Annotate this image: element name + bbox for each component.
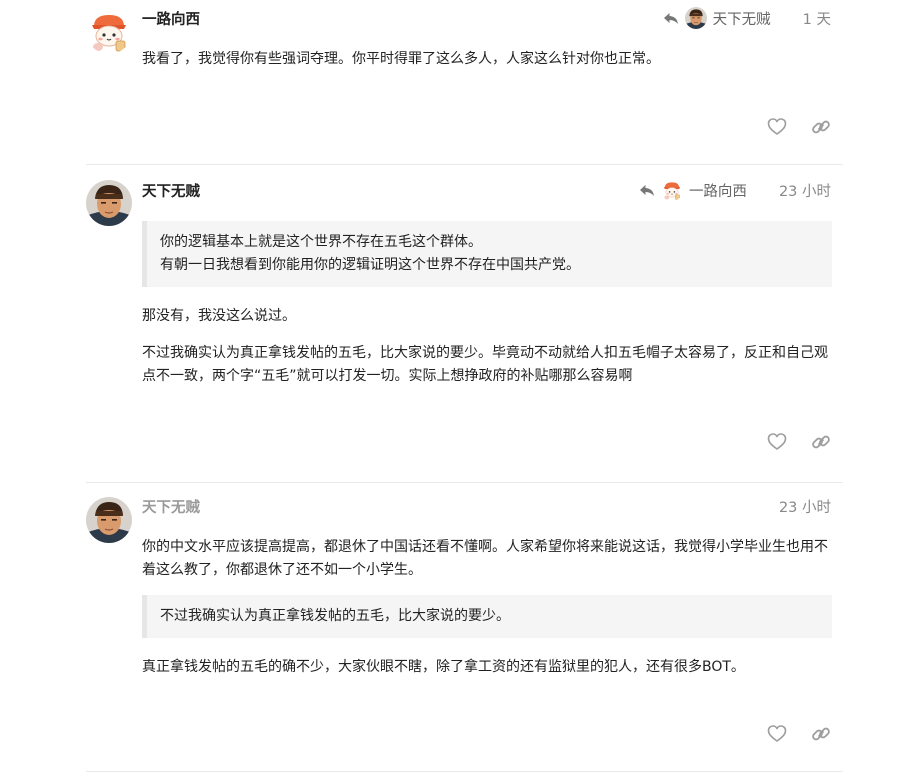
reply-to-avatar bbox=[685, 7, 707, 29]
post-meta: 天下无贼 1 天 bbox=[663, 6, 831, 30]
post-actions bbox=[767, 432, 831, 452]
link-icon[interactable] bbox=[811, 117, 831, 137]
post-paragraph: 你的中文水平应该提高提高，都退休了中国话还看不懂啊。人家希望你将来能说这话，我觉… bbox=[142, 539, 828, 578]
reply-to-indicator[interactable]: 一路向西 bbox=[639, 179, 747, 201]
man-avatar-icon bbox=[86, 180, 132, 226]
post-date[interactable]: 23 小时 bbox=[779, 496, 831, 517]
fox-avatar-icon bbox=[86, 8, 132, 54]
post-username[interactable]: 一路向西 bbox=[142, 8, 200, 29]
reply-to-username: 一路向西 bbox=[688, 183, 747, 200]
blockquote: 不过我确实认为真正拿钱发帖的五毛，比大家说的要少。 bbox=[142, 595, 832, 638]
post-meta: 一路向西 23 小时 bbox=[639, 178, 831, 202]
heart-icon[interactable] bbox=[767, 724, 787, 744]
post-divider bbox=[86, 164, 843, 165]
post-body-continued: 真正拿钱发帖的五毛的确不少，大家伙眼不瞎，除了拿工资的还有监狱里的犯人，还有很多… bbox=[142, 656, 832, 679]
post-paragraph: 那没有，我没这么说过。 bbox=[142, 308, 296, 324]
avatar[interactable] bbox=[86, 180, 132, 226]
reply-arrow-icon bbox=[639, 182, 655, 198]
blockquote: 你的逻辑基本上就是这个世界不存在五毛这个群体。 有朝一日我想看到你能用你的逻辑证… bbox=[142, 221, 832, 287]
post-paragraph: 我看了，我觉得你有些强词夺理。你平时得罪了这么多人，人家这么针对你也正常。 bbox=[142, 51, 660, 67]
post-paragraph: 真正拿钱发帖的五毛的确不少，大家伙眼不瞎，除了拿工资的还有监狱里的犯人，还有很多… bbox=[142, 659, 745, 675]
post-divider bbox=[86, 771, 843, 772]
post-username[interactable]: 天下无贼 bbox=[142, 180, 200, 201]
link-icon[interactable] bbox=[811, 432, 831, 452]
reply-arrow-icon bbox=[663, 10, 679, 26]
reply-to-username: 天下无贼 bbox=[712, 11, 771, 28]
quote-line: 你的逻辑基本上就是这个世界不存在五毛这个群体。 bbox=[160, 234, 482, 250]
post-actions bbox=[767, 724, 831, 744]
post-date[interactable]: 23 小时 bbox=[779, 180, 831, 201]
man-avatar-icon bbox=[86, 497, 132, 543]
post-divider bbox=[86, 482, 843, 483]
post-body: 那没有，我没这么说过。 不过我确实认为真正拿钱发帖的五毛，比大家说的要少。毕竟动… bbox=[142, 305, 832, 388]
reply-to-indicator[interactable]: 天下无贼 bbox=[663, 7, 771, 29]
avatar[interactable] bbox=[86, 497, 132, 543]
reply-to-avatar bbox=[661, 179, 683, 201]
link-icon[interactable] bbox=[811, 724, 831, 744]
post-date[interactable]: 1 天 bbox=[803, 8, 831, 29]
post-actions bbox=[767, 117, 831, 137]
quote-line: 不过我确实认为真正拿钱发帖的五毛，比大家说的要少。 bbox=[160, 608, 510, 624]
avatar[interactable] bbox=[86, 8, 132, 54]
quote-line: 有朝一日我想看到你能用你的逻辑证明这个世界不存在中国共产党。 bbox=[160, 257, 580, 273]
post-body: 你的中文水平应该提高提高，都退休了中国话还看不懂啊。人家希望你将来能说这话，我觉… bbox=[142, 536, 832, 582]
heart-icon[interactable] bbox=[767, 117, 787, 137]
post-username[interactable]: 天下无贼 bbox=[142, 496, 200, 517]
post-body: 我看了，我觉得你有些强词夺理。你平时得罪了这么多人，人家这么针对你也正常。 bbox=[142, 48, 832, 71]
heart-icon[interactable] bbox=[767, 432, 787, 452]
post-paragraph: 不过我确实认为真正拿钱发帖的五毛，比大家说的要少。毕竟动不动就给人扣五毛帽子太容… bbox=[142, 345, 828, 384]
post-meta: 23 小时 bbox=[753, 494, 831, 518]
